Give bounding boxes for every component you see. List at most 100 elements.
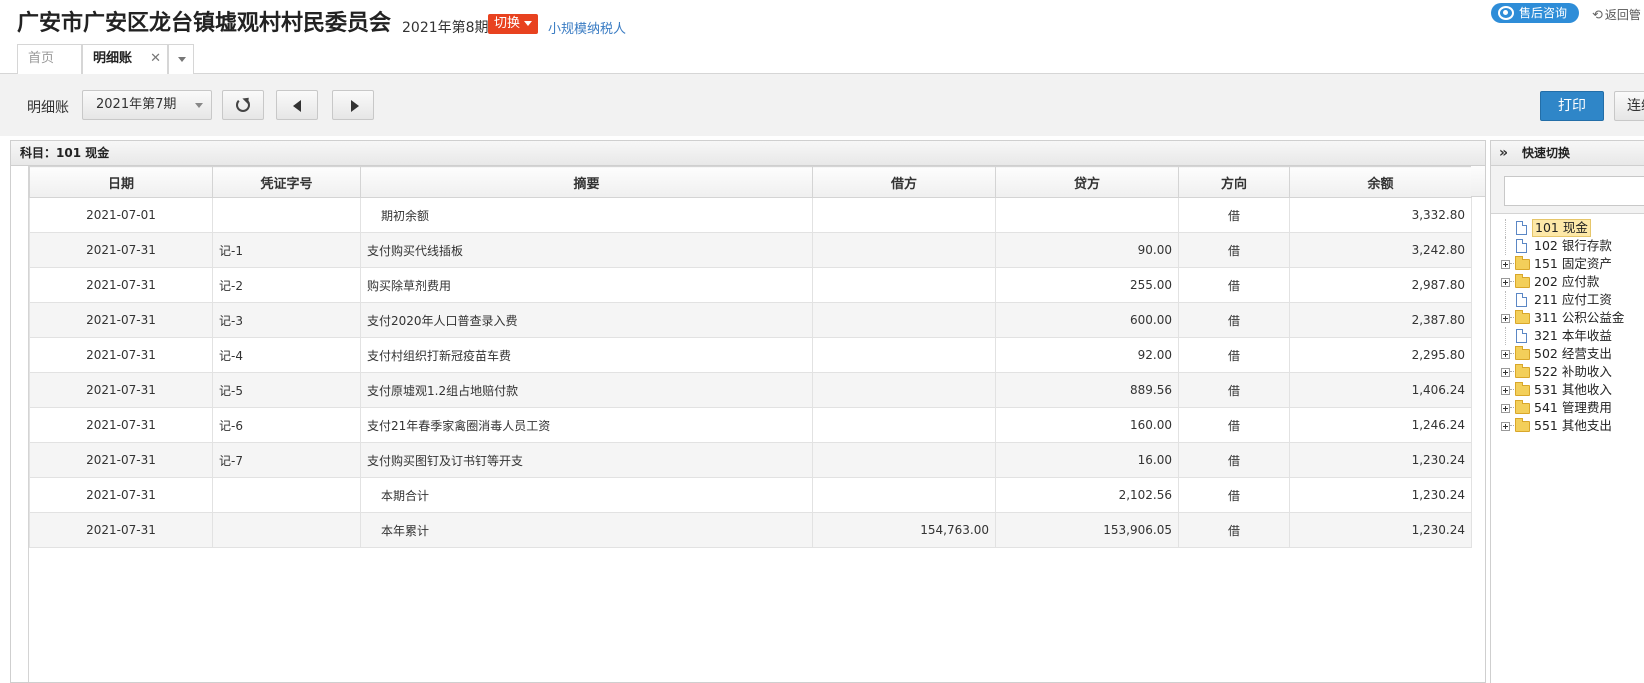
- cell-debit: 154,763.00: [812, 512, 996, 548]
- cell-voucher[interactable]: 记-3: [212, 302, 361, 338]
- cell-balance: 1,246.24: [1289, 407, 1472, 443]
- table-row[interactable]: 2021-07-31 本年累计 154,763.00 153,906.05 借 …: [29, 512, 1472, 548]
- cell-voucher[interactable]: 记-5: [212, 372, 361, 408]
- cell-voucher[interactable]: 记-7: [212, 442, 361, 478]
- cell-date: 2021-07-01: [29, 197, 213, 233]
- tree-item[interactable]: 321 本年收益: [1491, 327, 1644, 345]
- double-chevron-right-icon[interactable]: »: [1499, 141, 1508, 165]
- tab-home-label: 首页: [28, 51, 55, 66]
- tree-item-label: 522 补助收入: [1534, 364, 1612, 379]
- tree-item[interactable]: 211 应付工资: [1491, 291, 1644, 309]
- tree-item[interactable]: 531 其他收入: [1491, 381, 1644, 399]
- cell-voucher: [212, 477, 361, 513]
- cell-balance: 2,987.80: [1289, 267, 1472, 303]
- cell-direction: 借: [1178, 197, 1290, 233]
- close-icon[interactable]: ✕: [150, 45, 161, 73]
- cell-credit: 92.00: [995, 337, 1179, 373]
- tab-more-button[interactable]: [168, 44, 194, 74]
- expand-plus-icon[interactable]: [1501, 386, 1510, 395]
- file-icon: [1516, 221, 1527, 235]
- cell-summary: 本期合计: [360, 477, 813, 513]
- table-row[interactable]: 2021-07-31 记-2 购买除草剂费用 255.00 借 2,987.80: [29, 267, 1472, 303]
- support-button[interactable]: 售后咨询: [1491, 3, 1579, 23]
- cell-credit: 16.00: [995, 442, 1179, 478]
- quick-search-area: [1491, 166, 1644, 214]
- folder-icon: [1515, 382, 1530, 396]
- tree-item[interactable]: 101 现金: [1491, 219, 1644, 237]
- cell-credit: 600.00: [995, 302, 1179, 338]
- cell-voucher[interactable]: 记-1: [212, 232, 361, 268]
- table-row[interactable]: 2021-07-31 本期合计 2,102.56 借 1,230.24: [29, 477, 1472, 513]
- cell-summary: 购买除草剂费用: [360, 267, 813, 303]
- table-header-row: 日期 凭证字号 摘要 借方 贷方 方向 余额: [29, 166, 1472, 198]
- continuous-print-button[interactable]: 连续: [1614, 91, 1644, 121]
- cell-date: 2021-07-31: [29, 232, 213, 268]
- row-gutter: [11, 166, 29, 682]
- table-row[interactable]: 2021-07-31 记-1 支付购买代线插板 90.00 借 3,242.80: [29, 232, 1472, 268]
- table-row[interactable]: 2021-07-31 记-5 支付原墟观1.2组占地赔付款 889.56 借 1…: [29, 372, 1472, 408]
- tree-item[interactable]: 522 补助收入: [1491, 363, 1644, 381]
- toolbar: 明细账 2021年第7期 打印 连续: [0, 74, 1644, 136]
- cell-balance: 1,406.24: [1289, 372, 1472, 408]
- ledger-body: 日期 凭证字号 摘要 借方 贷方 方向 余额 2021-07-01 期初余额 借: [11, 166, 1485, 682]
- account-search-input[interactable]: [1504, 176, 1644, 206]
- expand-plus-icon[interactable]: [1501, 278, 1510, 287]
- folder-icon: [1515, 310, 1530, 324]
- refresh-button[interactable]: [222, 90, 264, 120]
- expand-plus-icon[interactable]: [1501, 368, 1510, 377]
- back-link[interactable]: ⟲ 返回管: [1592, 6, 1641, 23]
- tree-item[interactable]: 541 管理费用: [1491, 399, 1644, 417]
- next-button[interactable]: [332, 90, 374, 120]
- cell-voucher[interactable]: 记-2: [212, 267, 361, 303]
- back-label: 返回管: [1604, 8, 1641, 22]
- cell-date: 2021-07-31: [29, 442, 213, 478]
- cell-voucher: [212, 512, 361, 548]
- column-header-balance[interactable]: 余额: [1289, 166, 1472, 198]
- period-select[interactable]: 2021年第7期: [82, 90, 212, 120]
- column-header-voucher[interactable]: 凭证字号: [212, 166, 361, 198]
- taxpayer-type-link[interactable]: 小规模纳税人: [548, 18, 626, 37]
- expand-plus-icon[interactable]: [1501, 350, 1510, 359]
- column-header-direction[interactable]: 方向: [1178, 166, 1290, 198]
- file-icon: [1516, 329, 1527, 343]
- tree-item-label: 541 管理费用: [1534, 400, 1612, 415]
- column-header-date[interactable]: 日期: [29, 166, 213, 198]
- expand-plus-icon[interactable]: [1501, 260, 1510, 269]
- tree-connector: [1505, 219, 1506, 237]
- expand-plus-icon[interactable]: [1501, 404, 1510, 413]
- previous-button[interactable]: [276, 90, 318, 120]
- cell-voucher[interactable]: 记-4: [212, 337, 361, 373]
- cell-balance: 1,230.24: [1289, 477, 1472, 513]
- tree-item[interactable]: 311 公积公益金: [1491, 309, 1644, 327]
- table-row[interactable]: 2021-07-31 记-3 支付2020年人口普查录入费 600.00 借 2…: [29, 302, 1472, 338]
- cell-voucher[interactable]: 记-6: [212, 407, 361, 443]
- cell-date: 2021-07-31: [29, 302, 213, 338]
- tree-item[interactable]: 102 银行存款: [1491, 237, 1644, 255]
- cell-direction: 借: [1178, 337, 1290, 373]
- table-row[interactable]: 2021-07-01 期初余额 借 3,332.80: [29, 197, 1472, 233]
- triangle-left-icon: [293, 100, 301, 112]
- table-row[interactable]: 2021-07-31 记-6 支付21年春季家禽圈消毒人员工资 160.00 借…: [29, 407, 1472, 443]
- tree-item[interactable]: 551 其他支出: [1491, 417, 1644, 435]
- cell-debit: [812, 302, 996, 338]
- expand-plus-icon[interactable]: [1501, 314, 1510, 323]
- caret-down-icon: [178, 57, 186, 62]
- cell-debit: [812, 407, 996, 443]
- table-row[interactable]: 2021-07-31 记-4 支付村组织打新冠疫苗车费 92.00 借 2,29…: [29, 337, 1472, 373]
- table-row[interactable]: 2021-07-31 记-7 支付购买图钉及订书钉等开支 16.00 借 1,2…: [29, 442, 1472, 478]
- tree-item[interactable]: 502 经营支出: [1491, 345, 1644, 363]
- switch-period-button[interactable]: 切换: [488, 14, 539, 34]
- expand-plus-icon[interactable]: [1501, 422, 1510, 431]
- folder-icon: [1515, 400, 1530, 414]
- column-header-credit[interactable]: 贷方: [995, 166, 1179, 198]
- tree-item[interactable]: 202 应付款: [1491, 273, 1644, 291]
- print-button[interactable]: 打印: [1540, 91, 1604, 121]
- file-icon: [1516, 239, 1527, 253]
- column-header-debit[interactable]: 借方: [812, 166, 996, 198]
- tree-item[interactable]: 151 固定资产: [1491, 255, 1644, 273]
- tab-detail-ledger[interactable]: 明细账 ✕: [82, 44, 168, 75]
- column-header-summary[interactable]: 摘要: [360, 166, 813, 198]
- cell-date: 2021-07-31: [29, 512, 213, 548]
- cell-voucher[interactable]: [212, 197, 361, 233]
- tab-home[interactable]: 首页: [17, 44, 82, 74]
